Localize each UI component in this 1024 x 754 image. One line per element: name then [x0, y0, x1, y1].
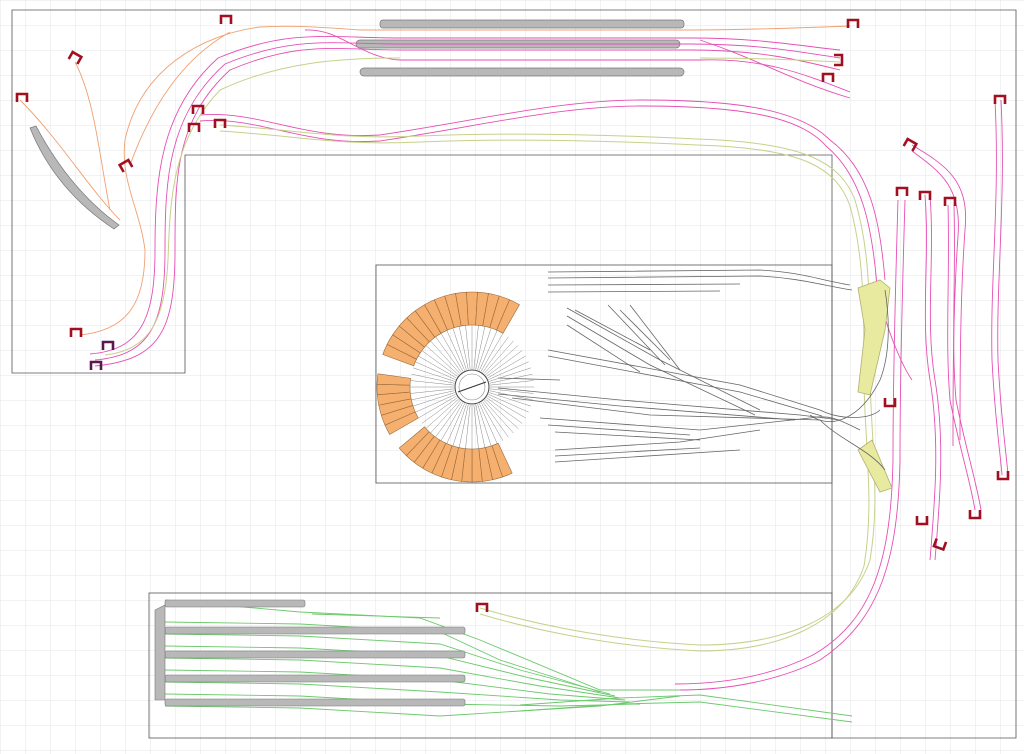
- top-platform: [379, 19, 685, 29]
- track-plan-drawing[interactable]: [0, 0, 1024, 754]
- track-plan-canvas[interactable]: [0, 0, 1024, 754]
- mid-platform-2: [359, 67, 685, 77]
